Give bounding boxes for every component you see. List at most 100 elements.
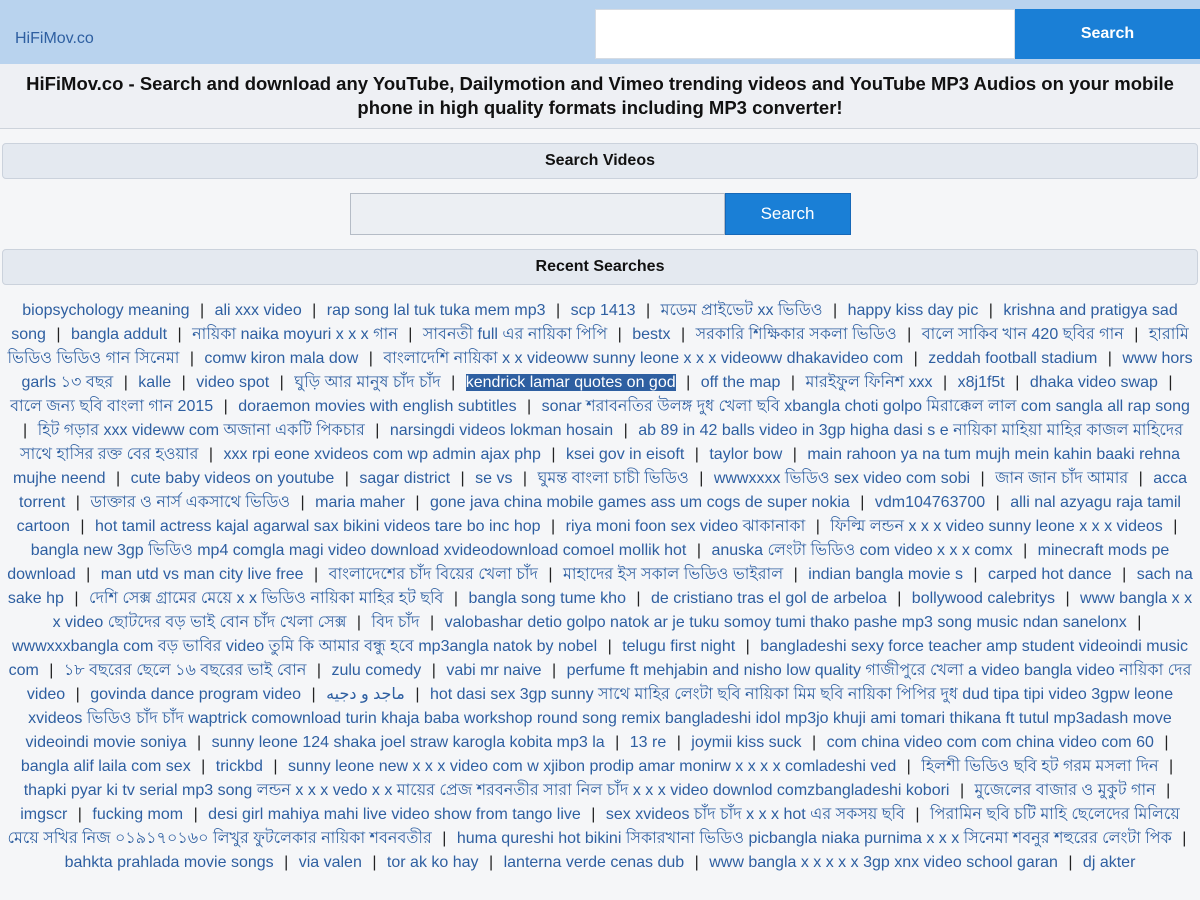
recent-search-link[interactable]: wwwxxxx ভিডিও sex video com sobi	[714, 470, 970, 487]
recent-search-link[interactable]: ماجد و دجيه	[326, 686, 405, 703]
recent-search-link[interactable]: sunny leone 124 shaka joel straw karogla…	[212, 734, 605, 751]
recent-search-link[interactable]: vabi mr naive	[446, 662, 541, 679]
recent-search-link[interactable]: man utd vs man city live free	[101, 566, 304, 583]
recent-search-link[interactable]: বিদ চাঁদ	[372, 614, 420, 631]
recent-search-link[interactable]: ksei gov in eisoft	[566, 446, 684, 463]
recent-search-link[interactable]: com china video com com china video com …	[827, 734, 1154, 751]
recent-search-link[interactable]: anuska লেংটা ভিডিও com video x x x comx	[711, 542, 1012, 559]
recent-search-link[interactable]: vdm104763700	[875, 494, 985, 511]
recent-search-link[interactable]: indian bangla movie s	[808, 566, 963, 583]
recent-search-link[interactable]: x8j1f5t	[958, 374, 1005, 391]
recent-search-link[interactable]: video spot	[196, 374, 269, 391]
recent-search-link[interactable]: carped hot dance	[988, 566, 1112, 583]
recent-search-link[interactable]: ফিল্মি লন্ডন x x x video sunny leone x x…	[830, 518, 1163, 535]
recent-search-link[interactable]: xxx rpi eone xvideos com wp admin ajax p…	[223, 446, 541, 463]
recent-search-link[interactable]: maria maher	[315, 494, 405, 511]
separator: |	[415, 494, 420, 511]
recent-search-link[interactable]: sagar district	[359, 470, 450, 487]
recent-search-link[interactable]: sunny leone new x x x video com w xjibon…	[288, 758, 896, 775]
recent-search-link[interactable]: doraemon movies with english subtitles	[238, 398, 516, 415]
recent-search-link[interactable]: www bangla x x x x x 3gp xnx video schoo…	[709, 854, 1058, 871]
recent-search-link[interactable]: বাংলাদেশি নায়িকা x x videoww sunny leon…	[383, 350, 903, 367]
recent-search-link[interactable]: ali xxx video	[215, 302, 302, 319]
recent-search-link[interactable]: 13 re	[630, 734, 666, 751]
recent-search-link[interactable]: ডাক্তার ও নার্স একসাথে ভিডিও	[90, 494, 290, 511]
recent-search-link[interactable]: imgscr	[20, 806, 67, 823]
recent-search-link[interactable]: joymii kiss suck	[691, 734, 801, 751]
recent-search-link[interactable]: নায়িকা naika moyuri x x x গান	[192, 326, 398, 343]
separator: |	[313, 566, 319, 583]
recent-search-link[interactable]: মারইফুল ফিনিশ xxx	[806, 374, 933, 391]
recent-search-link[interactable]: ঘুমন্ত বাংলা চাচী ভিডিও	[538, 470, 689, 487]
recent-search-link[interactable]: বালে জন্য ছবি বাংলা গান 2015	[10, 398, 213, 415]
recent-search-link[interactable]: off the map	[701, 374, 781, 391]
recent-search-link[interactable]: thapki pyar ki tv serial mp3 song লন্ডন …	[24, 782, 950, 799]
recent-search-link[interactable]: trickbd	[216, 758, 263, 775]
recent-search-link[interactable]: fucking mom	[92, 806, 183, 823]
recent-search-link[interactable]: comw kiron mala dow	[204, 350, 358, 367]
recent-search-link[interactable]: sex xvideos চাঁদ চাঁদ x x x hot এর সকসয়…	[606, 806, 905, 823]
recent-search-link[interactable]: সরকারি শিক্ষিকার সকলা ভিডিও	[696, 326, 897, 343]
recent-search-link[interactable]: zulu comedy	[331, 662, 421, 679]
separator: |	[792, 446, 797, 463]
separator: |	[451, 374, 456, 391]
recent-search-link[interactable]: bestx	[632, 326, 670, 343]
recent-search-link[interactable]: scp 1413	[571, 302, 636, 319]
recent-search-link[interactable]: lanterna verde cenas dub	[504, 854, 685, 871]
recent-search-link[interactable]: bangla song tume kho	[469, 590, 626, 607]
recent-search-link[interactable]: বালে সাকিব খান 420 ছবির গান	[922, 326, 1124, 343]
recent-search-link[interactable]: বাংলাদেশের চাঁদ বিয়ের খেলা চাঁদ	[329, 566, 538, 583]
recent-search-link[interactable]: sonar শরাবনতির উলঙ্গ দুধ খেলা ছবি xbangl…	[542, 398, 1190, 415]
recent-search-link[interactable]: gone java china mobile games ass um cogs…	[430, 494, 850, 511]
header-search-button[interactable]: Search	[1015, 9, 1200, 59]
recent-search-link[interactable]: huma qureshi hot bikini সিকারখানা ভিডিও …	[457, 830, 1172, 847]
recent-search-link[interactable]: hot tamil actress kajal agarwal sax biki…	[95, 518, 541, 535]
recent-search-link[interactable]: dhaka video swap	[1030, 374, 1158, 391]
recent-search-link[interactable]: bollywood calebritys	[912, 590, 1055, 607]
recent-search-link[interactable]: taylor bow	[709, 446, 782, 463]
recent-search-link[interactable]: মডেম প্রাইভেট xx ভিডিও	[661, 302, 823, 319]
main-search-form: Search	[0, 193, 1200, 235]
recent-search-link[interactable]: হিট গড়ার xxx videww com অজানা একটি পিকচ…	[38, 422, 365, 439]
recent-search-link[interactable]: narsingdi videos lokman hosain	[390, 422, 613, 439]
recent-search-link[interactable]: valobashar detio golpo natok ar je tuku …	[445, 614, 1127, 631]
recent-search-link[interactable]: dj akter	[1083, 854, 1135, 871]
separator: |	[284, 854, 289, 871]
main-search-input[interactable]	[349, 193, 725, 235]
recent-search-link[interactable]: kalle	[138, 374, 171, 391]
separator: |	[699, 470, 704, 487]
recent-search-link[interactable]: মুজেলের বাজার ও মুকুট গান	[975, 782, 1156, 799]
recent-search-link[interactable]: tor ak ko hay	[387, 854, 479, 871]
recent-search-link[interactable]: cute baby videos on youtube	[131, 470, 335, 487]
recent-search-link[interactable]: riya moni foon sex video ঝাকানাকা	[566, 518, 806, 535]
separator: |	[429, 614, 435, 631]
recent-search-link[interactable]: মাহাদের ইস সকাল ভিডিও ভাইরাল	[563, 566, 783, 583]
recent-search-link[interactable]: se vs	[475, 470, 512, 487]
recent-search-link[interactable]: ঘুড়ি আর মানুষ চাঁদ চাঁদ	[294, 374, 440, 391]
recent-search-link[interactable]: rap song lal tuk tuka mem mp3	[327, 302, 546, 319]
site-logo[interactable]: HiFiMov.co	[15, 30, 94, 48]
recent-search-link[interactable]: bangla new 3gp ভিডিও mp4 comgla magi vid…	[31, 542, 687, 559]
recent-search-link[interactable]: দেশি সেক্স গ্রামের মেয়ে x x ভিডিও নায়ি…	[89, 590, 443, 607]
recent-search-link[interactable]: ১৮ বছরের ছেলে ১৬ বছরের ভাই বোন	[64, 662, 307, 679]
page-headline: HiFiMov.co - Search and download any You…	[0, 64, 1200, 129]
recent-search-link[interactable]: via valen	[299, 854, 362, 871]
recent-search-link[interactable]: de cristiano tras el gol de arbeloa	[651, 590, 887, 607]
header-search-input[interactable]	[595, 9, 1015, 59]
recent-search-link[interactable]: bahkta prahlada movie songs	[65, 854, 274, 871]
recent-search-link[interactable]: govinda dance program video	[90, 686, 301, 703]
recent-search-link[interactable]: হিলশী ভিডিও ছবি হট গরম মসলা দিন	[921, 758, 1158, 775]
separator: |	[897, 590, 902, 607]
recent-search-link[interactable]: wwwxxxbangla com বড় ভাবির video তুমি কি…	[12, 638, 597, 655]
main-search-button[interactable]: Search	[724, 193, 851, 235]
recent-search-link[interactable]: সাবনতী full এর নায়িকা পিপি	[423, 326, 607, 343]
recent-search-link[interactable]: biopsychology meaning	[22, 302, 189, 319]
recent-search-link[interactable]: bangla alif laila com sex	[21, 758, 191, 775]
recent-search-link[interactable]: kendrick lamar quotes on god	[465, 374, 676, 391]
recent-search-link[interactable]: bangla addult	[71, 326, 167, 343]
recent-search-link[interactable]: zeddah football stadium	[928, 350, 1097, 367]
recent-search-link[interactable]: telugu first night	[622, 638, 735, 655]
recent-search-link[interactable]: happy kiss day pic	[848, 302, 979, 319]
recent-search-link[interactable]: desi girl mahiya mahi live video show fr…	[208, 806, 581, 823]
recent-search-link[interactable]: জান জান চাঁদ আমার	[995, 470, 1128, 487]
